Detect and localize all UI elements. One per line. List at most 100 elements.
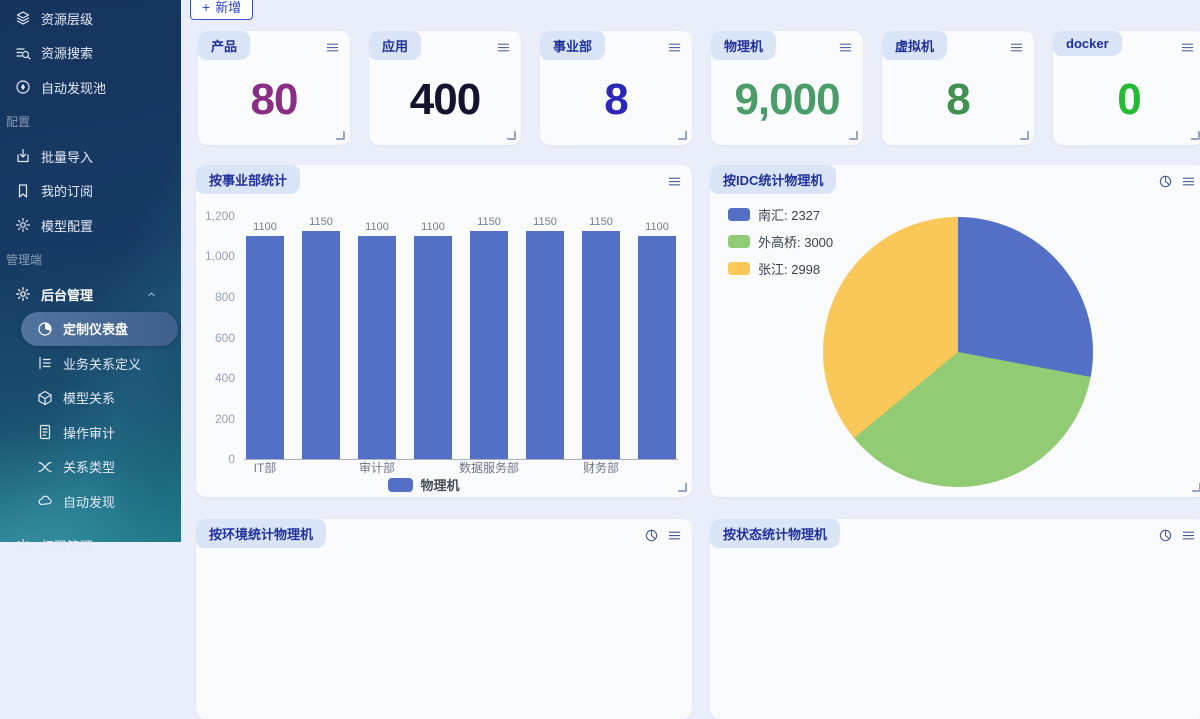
bar-column-3: 1100 <box>414 216 452 459</box>
bar-column-1: 1150 <box>302 216 340 459</box>
sidebar-item-11[interactable]: 模型关系 <box>0 381 181 416</box>
burger-icon[interactable] <box>667 174 682 189</box>
sidebar-item-label: 后台管理 <box>41 285 93 304</box>
y-axis-tick: 600 <box>215 331 235 345</box>
sidebar-item-1[interactable]: 资源搜索 <box>0 36 181 71</box>
stat-card-2: 事业部 8 <box>540 31 692 145</box>
chart-title: 按环境统计物理机 <box>196 519 326 548</box>
pie-toggle-icon[interactable] <box>1158 174 1173 189</box>
x-axis-label <box>526 459 564 476</box>
pie-legend-item-0[interactable]: 南汇: 2327 <box>728 205 833 224</box>
stat-card-3: 物理机 9,000 <box>711 31 863 145</box>
resize-handle[interactable] <box>1020 131 1029 140</box>
resize-handle[interactable] <box>1191 131 1200 140</box>
bars: 1100 1150 1100 1100 1150 1150 1150 1100 <box>244 216 678 459</box>
pie-legend-item-2[interactable]: 张江: 2998 <box>728 259 833 278</box>
x-axis-label: 审计部 <box>358 459 396 476</box>
burger-icon[interactable] <box>325 40 340 55</box>
sidebar-item-5[interactable]: 我的订阅 <box>0 174 181 209</box>
sidebar-item-label: 操作审计 <box>63 423 115 442</box>
bar <box>414 236 452 459</box>
sidebar-item-label: 模型关系 <box>63 388 115 407</box>
legend-swatch <box>728 235 750 248</box>
doc-icon <box>37 424 53 440</box>
resize-handle[interactable] <box>507 131 516 140</box>
legend-swatch <box>728 208 750 221</box>
stat-card-value: 8 <box>886 63 1030 137</box>
sidebar-item-label: 权限管理 <box>41 536 93 555</box>
burger-icon[interactable] <box>667 528 682 543</box>
bar-column-5: 1150 <box>526 216 564 459</box>
sidebar-item-4[interactable]: 批量导入 <box>0 139 181 174</box>
pie-chart-icon <box>37 321 53 337</box>
cube-icon <box>37 390 53 406</box>
sidebar-item-13[interactable]: 关系类型 <box>0 450 181 485</box>
bar-column-7: 1100 <box>638 216 676 459</box>
x-axis-label <box>414 459 452 476</box>
bar-column-6: 1150 <box>582 216 620 459</box>
resize-handle[interactable] <box>1192 483 1200 492</box>
stat-card-label: 事业部 <box>540 31 605 60</box>
bar-value-label: 1150 <box>589 216 613 228</box>
chevron-up-icon[interactable] <box>146 289 157 300</box>
env-stats-card: 按环境统计物理机 <box>196 519 692 719</box>
sidebar-item-label: 我的订阅 <box>41 181 93 200</box>
stat-card-label: 产品 <box>198 31 250 60</box>
resize-handle[interactable] <box>678 483 687 492</box>
legend-swatch[interactable] <box>388 478 413 492</box>
legend-label[interactable]: 物理机 <box>420 475 459 494</box>
y-axis-tick: 1,200 <box>205 209 235 223</box>
burger-icon[interactable] <box>667 40 682 55</box>
sidebar-item-14[interactable]: 自动发现 <box>0 484 181 519</box>
resize-handle[interactable] <box>336 131 345 140</box>
add-button[interactable]: + 新增 <box>190 0 253 20</box>
burger-icon[interactable] <box>1180 40 1195 55</box>
burger-icon[interactable] <box>1181 174 1196 189</box>
sidebar-item-0[interactable]: 资源层级 <box>0 1 181 36</box>
sidebar: 资源层级 资源搜索 自动发现池 配置 批量导入 我的订阅 模型配置 管理端 <box>0 0 181 542</box>
sidebar-item-10[interactable]: 业务关系定义 <box>0 346 181 381</box>
legend-label: 外高桥: 3000 <box>758 232 833 251</box>
sidebar-item-6[interactable]: 模型配置 <box>0 208 181 243</box>
sidebar-item-15[interactable]: 权限管理 <box>0 529 181 564</box>
x-axis-label: 财务部 <box>582 459 620 476</box>
bar-column-0: 1100 <box>246 216 284 459</box>
swap-icon <box>37 459 53 475</box>
search-list-icon <box>15 45 31 61</box>
x-axis-label: IT部 <box>246 459 284 476</box>
sidebar-item-12[interactable]: 操作审计 <box>0 415 181 450</box>
add-button-label: 新增 <box>215 0 241 16</box>
y-axis-tick: 800 <box>215 290 235 304</box>
resize-handle[interactable] <box>849 131 858 140</box>
stat-card-value: 9,000 <box>715 63 859 137</box>
stat-card-row: 产品 80 应用 400 事业部 8 物理机 9,000 虚拟机 8 <box>198 31 1200 145</box>
sidebar-item-9[interactable]: 定制仪表盘 <box>21 312 178 347</box>
sidebar-item-2[interactable]: 自动发现池 <box>0 70 181 105</box>
legend-label: 南汇: 2327 <box>758 205 820 224</box>
layers-icon <box>15 10 31 26</box>
legend-label: 张江: 2998 <box>758 259 820 278</box>
burger-icon[interactable] <box>496 40 511 55</box>
sidebar-section-label: 配置 <box>0 105 181 140</box>
pie-toggle-icon[interactable] <box>1158 528 1173 543</box>
burger-icon[interactable] <box>1009 40 1024 55</box>
bar-value-label: 1100 <box>253 221 277 233</box>
bar-value-label: 1150 <box>309 216 333 228</box>
stat-card-value: 400 <box>373 63 517 137</box>
bar-chart-card: 按事业部统计 1,2001,0008006004002000 1100 1150… <box>196 165 692 497</box>
burger-icon[interactable] <box>1181 528 1196 543</box>
pie-toggle-icon[interactable] <box>644 528 659 543</box>
sidebar-item-label: 关系类型 <box>63 457 115 476</box>
pie-legend: 南汇: 2327 外高桥: 3000 张江: 2998 <box>728 205 833 278</box>
resize-handle[interactable] <box>678 131 687 140</box>
stat-card-value: 80 <box>202 63 346 137</box>
bar <box>470 231 508 459</box>
model-config-icon <box>15 217 31 233</box>
sidebar-item-8[interactable]: 后台管理 <box>0 277 181 312</box>
cloud-icon <box>37 493 53 509</box>
x-axis-label: 数据服务部 <box>470 459 508 476</box>
burger-icon[interactable] <box>838 40 853 55</box>
bar-plot: 1,2001,0008006004002000 1100 1150 1100 1… <box>244 216 678 460</box>
x-axis-label <box>302 459 340 476</box>
pie-legend-item-1[interactable]: 外高桥: 3000 <box>728 232 833 251</box>
